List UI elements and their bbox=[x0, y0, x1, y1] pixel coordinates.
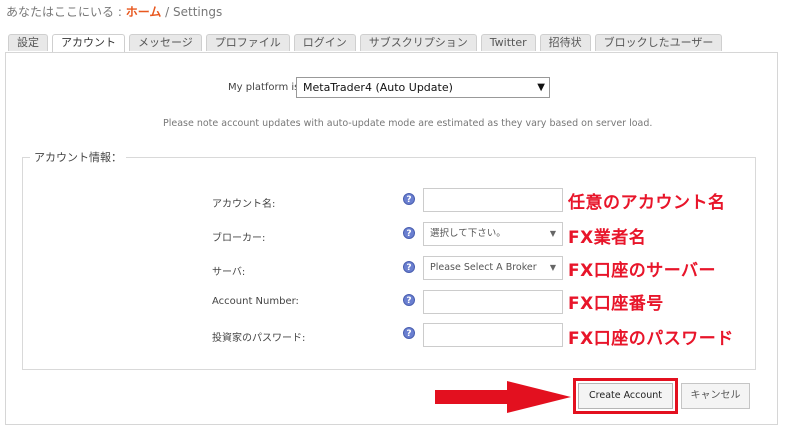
annotation-account-name: 任意のアカウント名 bbox=[568, 193, 726, 213]
breadcrumb-current: / Settings bbox=[161, 5, 223, 19]
annotation-server: FX口座のサーバー bbox=[568, 261, 717, 281]
investor-password-input[interactable] bbox=[423, 323, 563, 347]
platform-select-value: MetaTrader4 (Auto Update) bbox=[303, 81, 453, 94]
tab-invitations[interactable]: 招待状 bbox=[539, 34, 591, 51]
help-icon[interactable]: ? bbox=[403, 227, 415, 239]
investor-password-label: 投資家のパスワード: bbox=[212, 333, 306, 344]
tab-login[interactable]: ログイン bbox=[293, 34, 356, 51]
tab-settings[interactable]: 設定 bbox=[8, 34, 48, 51]
tab-subscription[interactable]: サブスクリプション bbox=[359, 34, 477, 51]
help-icon[interactable]: ? bbox=[403, 294, 415, 306]
annotation-account-number: FX口座番号 bbox=[568, 294, 664, 314]
annotation-broker: FX業者名 bbox=[568, 228, 647, 248]
tab-twitter[interactable]: Twitter bbox=[480, 34, 536, 51]
server-label: サーバ: bbox=[212, 267, 246, 278]
help-icon[interactable]: ? bbox=[403, 193, 415, 205]
tab-messages[interactable]: メッセージ bbox=[129, 34, 202, 51]
broker-select[interactable]: 選択して下さい。 ▼ bbox=[423, 222, 563, 246]
account-number-label: Account Number: bbox=[212, 296, 299, 307]
account-name-label: アカウント名: bbox=[212, 199, 276, 210]
account-info-legend: アカウント情報： bbox=[30, 149, 126, 165]
broker-label: ブローカー: bbox=[212, 233, 266, 244]
server-select-value: Please Select A Broker bbox=[430, 262, 537, 273]
red-arrow-icon bbox=[435, 381, 571, 413]
tab-account[interactable]: アカウント bbox=[52, 34, 125, 52]
auto-update-note: Please note account updates with auto-up… bbox=[163, 118, 653, 129]
cancel-button[interactable]: キャンセル bbox=[681, 383, 750, 409]
help-icon[interactable]: ? bbox=[403, 327, 415, 339]
chevron-down-icon: ▼ bbox=[549, 229, 556, 238]
account-number-input[interactable] bbox=[423, 290, 563, 314]
account-name-input[interactable] bbox=[423, 188, 563, 212]
server-select[interactable]: Please Select A Broker ▼ bbox=[423, 256, 563, 280]
tab-blocked-users[interactable]: ブロックしたユーザー bbox=[594, 34, 723, 51]
create-account-button[interactable]: Create Account bbox=[578, 383, 673, 409]
settings-tabs: 設定 アカウント メッセージ プロファイル ログイン サブスクリプション Twi… bbox=[8, 34, 726, 52]
select-caret-icon: ▼ bbox=[537, 82, 545, 93]
breadcrumb-home-link[interactable]: ホーム bbox=[126, 5, 162, 19]
help-icon[interactable]: ? bbox=[403, 261, 415, 273]
chevron-down-icon: ▼ bbox=[549, 263, 556, 272]
tab-profile[interactable]: プロファイル bbox=[205, 34, 290, 51]
annotation-password: FX口座のパスワード bbox=[568, 329, 734, 349]
breadcrumb: あなたはここにいる : ホーム / Settings bbox=[6, 3, 222, 20]
breadcrumb-prefix: あなたはここにいる : bbox=[6, 5, 126, 19]
platform-select[interactable]: MetaTrader4 (Auto Update) ▼ bbox=[296, 77, 550, 98]
broker-select-value: 選択して下さい。 bbox=[430, 228, 506, 239]
platform-label: My platform is: bbox=[228, 82, 303, 93]
